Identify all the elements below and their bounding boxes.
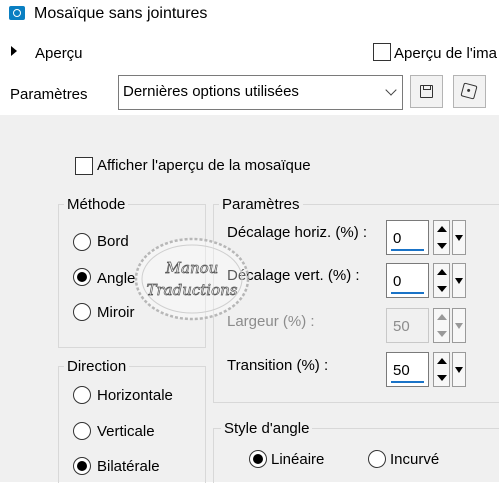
direction-horizontale-label[interactable]: Horizontale bbox=[97, 387, 173, 404]
watermark-line2: Traductions bbox=[147, 281, 238, 299]
width-spinner[interactable] bbox=[433, 308, 450, 343]
randomize-button[interactable] bbox=[453, 75, 486, 108]
width-dropdown[interactable] bbox=[452, 308, 466, 343]
direction-horizontale-radio[interactable] bbox=[73, 386, 91, 404]
offset-horizontal-dropdown[interactable] bbox=[452, 220, 466, 255]
method-bord-label[interactable]: Bord bbox=[97, 233, 129, 250]
width-value: 50 bbox=[393, 318, 410, 335]
transition-input[interactable]: 50 bbox=[386, 352, 429, 387]
presets-label: Paramètres bbox=[10, 86, 88, 103]
image-preview-label[interactable]: Aperçu de l'ima bbox=[394, 45, 497, 62]
transition-dropdown[interactable] bbox=[452, 352, 466, 387]
transition-spinner[interactable] bbox=[433, 352, 450, 387]
offset-vertical-spinner[interactable] bbox=[433, 263, 450, 298]
presets-dropdown[interactable]: Dernières options utilisées bbox=[118, 75, 403, 110]
watermark-stamp: Manou Traductions bbox=[134, 237, 250, 321]
direction-group-title: Direction bbox=[64, 358, 130, 375]
corner-lineaire-radio[interactable] bbox=[249, 450, 267, 468]
offset-vertical-input[interactable]: 0 bbox=[386, 263, 429, 298]
offset-horizontal-spinner[interactable] bbox=[433, 220, 450, 255]
corner-lineaire-label[interactable]: Linéaire bbox=[271, 451, 324, 468]
parameters-group-title: Paramètres bbox=[219, 196, 303, 213]
corner-style-group-title: Style d'angle bbox=[221, 420, 313, 437]
offset-horizontal-value: 0 bbox=[393, 230, 402, 247]
show-mosaic-preview-label[interactable]: Afficher l'aperçu de la mosaïque bbox=[97, 157, 311, 174]
input-focus-underline bbox=[391, 249, 424, 251]
save-icon bbox=[420, 85, 433, 98]
camera-icon bbox=[9, 6, 25, 20]
method-angle-radio[interactable] bbox=[73, 268, 91, 286]
offset-vertical-value: 0 bbox=[393, 273, 402, 290]
direction-verticale-radio[interactable] bbox=[73, 422, 91, 440]
corner-incurve-radio[interactable] bbox=[368, 450, 386, 468]
direction-verticale-label[interactable]: Verticale bbox=[97, 423, 155, 440]
dice-icon bbox=[460, 82, 478, 100]
watermark-line1: Manou bbox=[165, 259, 219, 277]
window-title: Mosaïque sans jointures bbox=[34, 5, 208, 22]
show-mosaic-preview-checkbox[interactable] bbox=[75, 157, 93, 175]
presets-dropdown-value: Dernières options utilisées bbox=[123, 83, 299, 100]
method-bord-radio[interactable] bbox=[73, 233, 91, 251]
preview-toggle-label[interactable]: Aperçu bbox=[35, 45, 83, 62]
method-angle-label[interactable]: Angle bbox=[97, 270, 135, 287]
save-preset-button[interactable] bbox=[410, 75, 443, 108]
method-miroir-label[interactable]: Miroir bbox=[97, 304, 135, 321]
expand-arrow-icon[interactable] bbox=[11, 46, 17, 56]
chevron-down-icon[interactable] bbox=[382, 76, 402, 109]
method-miroir-radio[interactable] bbox=[73, 303, 91, 321]
method-group-title: Méthode bbox=[64, 196, 129, 213]
offset-vertical-dropdown[interactable] bbox=[452, 263, 466, 298]
corner-incurve-label[interactable]: Incurvé bbox=[390, 451, 439, 468]
offset-horizontal-input[interactable]: 0 bbox=[386, 220, 429, 255]
width-input[interactable]: 50 bbox=[386, 308, 429, 343]
direction-bilaterale-radio[interactable] bbox=[73, 457, 91, 475]
input-focus-underline bbox=[391, 292, 424, 294]
transition-value: 50 bbox=[393, 362, 410, 379]
image-preview-checkbox[interactable] bbox=[373, 43, 391, 61]
input-focus-underline bbox=[391, 381, 424, 383]
direction-bilaterale-label[interactable]: Bilatérale bbox=[97, 458, 160, 475]
transition-label: Transition (%) : bbox=[227, 357, 329, 374]
